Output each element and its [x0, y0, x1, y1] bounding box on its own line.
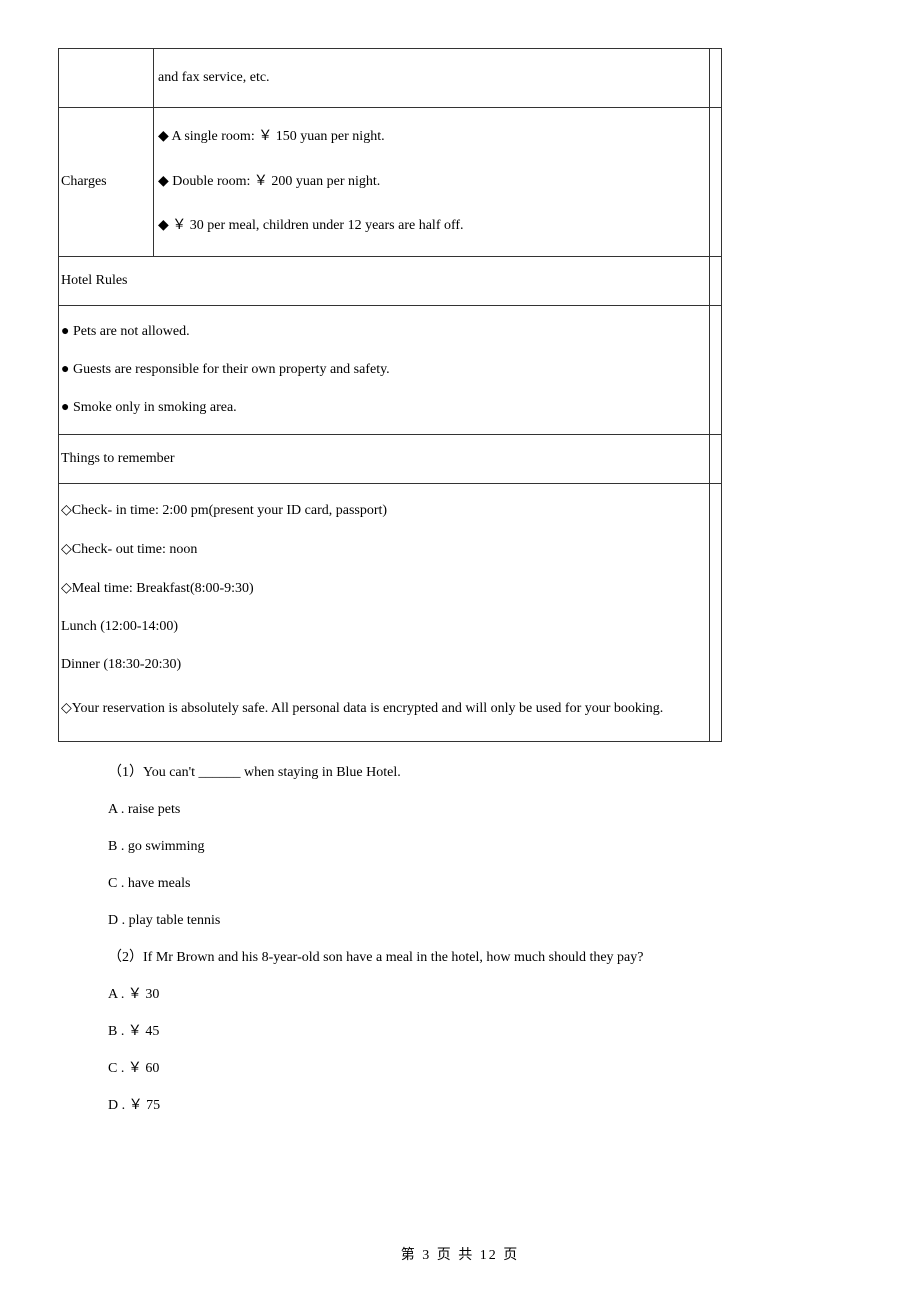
charge-line: ◆ Double room: ￥ 200 yuan per night. — [158, 171, 705, 193]
option-c: C . ￥ 60 — [108, 1058, 862, 1079]
charge-line: ◆ A single room: ￥ 150 yuan per night. — [158, 126, 705, 148]
things-line: Lunch (12:00-14:00) — [61, 619, 707, 635]
cell-text: and fax service, etc. — [156, 49, 707, 107]
things-line: ◇Meal time: Breakfast(8:00-9:30) — [61, 580, 707, 597]
things-line: ◇Check- in time: 2:00 pm(present your ID… — [61, 502, 707, 519]
things-header: Things to remember — [59, 434, 710, 483]
hotel-rules-header: Hotel Rules — [59, 256, 710, 305]
things-line: ◇Check- out time: noon — [61, 541, 707, 558]
option-a: A . ￥ 30 — [108, 984, 862, 1005]
questions-block: （1）You can't ______ when staying in Blue… — [58, 762, 862, 1116]
info-table: and fax service, etc. Charges ◆ A single… — [58, 48, 722, 742]
rule-line: ● Guests are responsible for their own p… — [61, 362, 707, 378]
table-row: ◇Check- in time: 2:00 pm(present your ID… — [59, 483, 722, 741]
option-b: B . go swimming — [108, 836, 862, 857]
option-c: C . have meals — [108, 873, 862, 894]
charges-label: Charges — [59, 108, 154, 256]
option-b: B . ￥ 45 — [108, 1021, 862, 1042]
charge-line: ◆ ￥ 30 per meal, children under 12 years… — [158, 215, 705, 237]
question-stem: （2）If Mr Brown and his 8-year-old son ha… — [108, 947, 862, 968]
things-content: ◇Check- in time: 2:00 pm(present your ID… — [61, 502, 707, 723]
option-a: A . raise pets — [108, 799, 862, 820]
charges-content: ◆ A single room: ￥ 150 yuan per night. ◆… — [156, 108, 707, 255]
things-line: ◇Your reservation is absolutely safe. Al… — [61, 695, 707, 723]
table-row: Things to remember — [59, 434, 722, 483]
rule-line: ● Smoke only in smoking area. — [61, 400, 707, 416]
question-stem: （1）You can't ______ when staying in Blue… — [108, 762, 862, 783]
table-row: ● Pets are not allowed. ● Guests are res… — [59, 305, 722, 434]
table-row: and fax service, etc. — [59, 49, 722, 108]
table-row: Charges ◆ A single room: ￥ 150 yuan per … — [59, 108, 722, 256]
rule-line: ● Pets are not allowed. — [61, 324, 707, 340]
things-line: Dinner (18:30-20:30) — [61, 657, 707, 673]
option-d: D . ￥ 75 — [108, 1095, 862, 1116]
hotel-rules-content: ● Pets are not allowed. ● Guests are res… — [61, 324, 707, 416]
table-row: Hotel Rules — [59, 256, 722, 305]
option-d: D . play table tennis — [108, 910, 862, 931]
page-footer: 第 3 页 共 12 页 — [0, 1244, 920, 1264]
